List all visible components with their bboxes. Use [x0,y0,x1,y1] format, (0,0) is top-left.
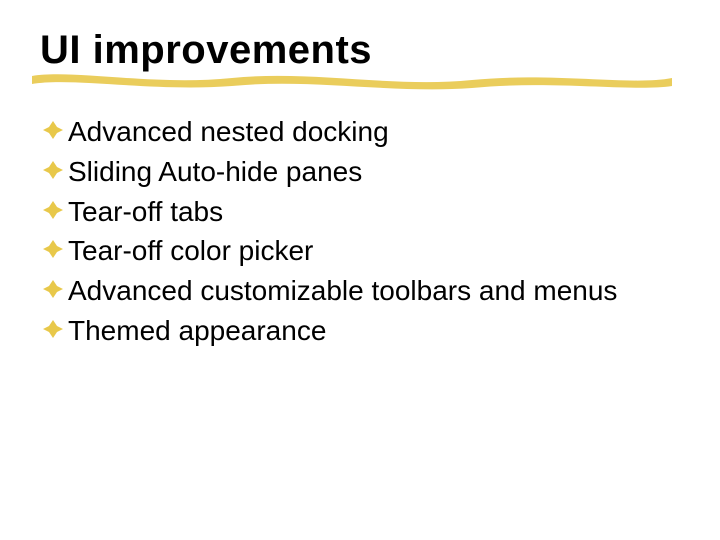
list-item: Sliding Auto-hide panes [68,153,680,191]
bullet-icon [42,318,64,340]
list-item: Tear-off tabs [68,193,680,231]
bullet-icon [42,278,64,300]
list-item-text: Advanced customizable toolbars and menus [68,275,617,306]
list-item: Advanced customizable toolbars and menus [68,272,680,310]
list-item-text: Tear-off tabs [68,196,223,227]
list-item: Tear-off color picker [68,232,680,270]
list-item-text: Themed appearance [68,315,326,346]
slide-title: UI improvements [40,28,680,73]
list-item: Advanced nested docking [68,113,680,151]
bullet-icon [42,238,64,260]
list-item-text: Sliding Auto-hide panes [68,156,362,187]
list-item-text: Advanced nested docking [68,116,389,147]
bullet-icon [42,159,64,181]
list-item: Themed appearance [68,312,680,350]
list-item-text: Tear-off color picker [68,235,313,266]
bullet-icon [42,119,64,141]
bullet-icon [42,199,64,221]
slide: UI improvements Advanced nested docking … [0,0,720,540]
title-block: UI improvements [40,28,680,73]
bullet-list: Advanced nested docking Sliding Auto-hid… [40,113,680,350]
